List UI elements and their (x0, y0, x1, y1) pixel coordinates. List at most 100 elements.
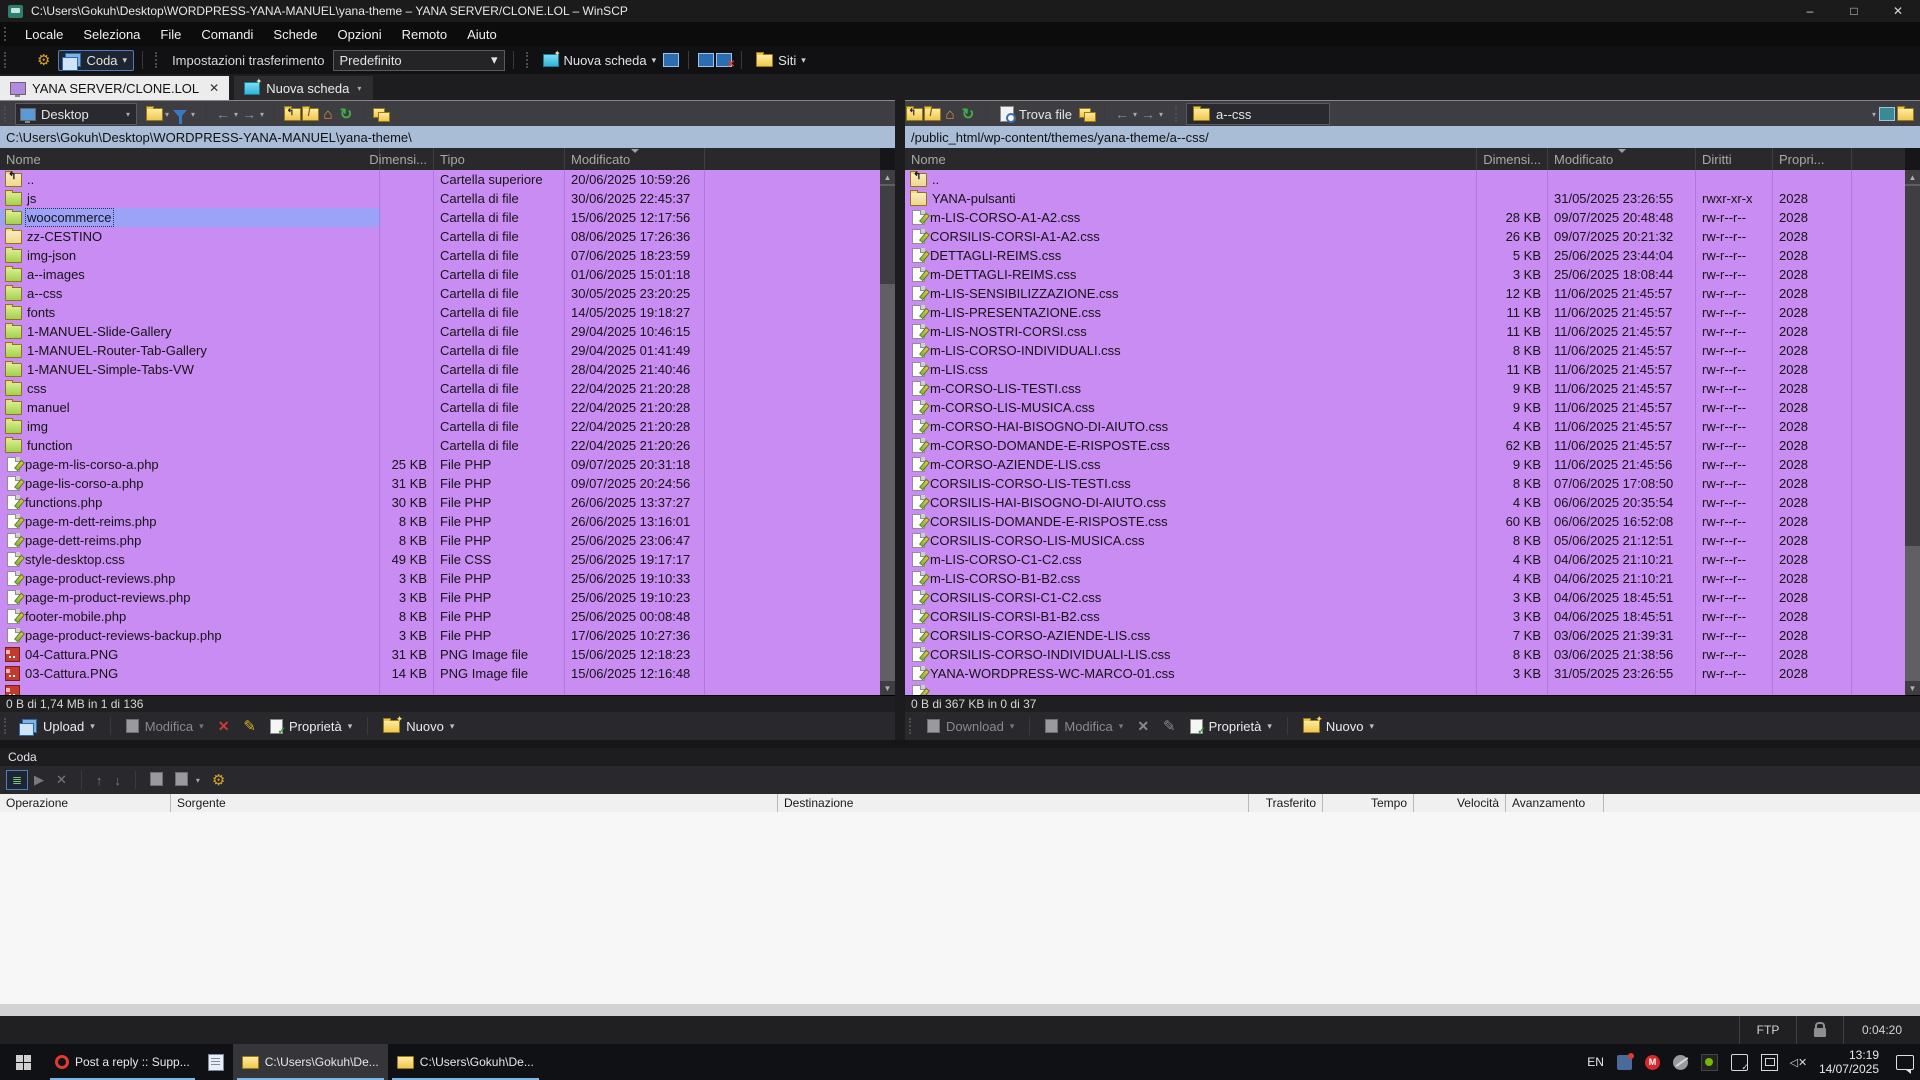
file-row[interactable]: CORSILIS-CORSO-LIS-MUSICA.css 8 KB 05/06… (905, 531, 1905, 550)
delete-button[interactable]: ✕ (211, 715, 237, 738)
toolbar-grip[interactable] (4, 27, 10, 41)
notification-center-icon[interactable] (1896, 1055, 1914, 1070)
edit-button[interactable]: Modifica ▾ (1038, 716, 1130, 737)
column-header-modified[interactable]: Modificato (565, 148, 705, 170)
file-row[interactable]: m-LIS-PRESENTAZIONE.css 11 KB 11/06/2025… (905, 303, 1905, 322)
queue-move-down-icon[interactable]: ↓ (114, 773, 121, 788)
file-row[interactable]: img Cartella di file 22/04/2025 21:20:28 (0, 417, 880, 436)
disconnect-session-icon[interactable] (715, 53, 733, 67)
file-row[interactable]: m-LIS-CORSO-INDIVIDUALI.css 8 KB 11/06/2… (905, 341, 1905, 360)
file-row[interactable]: css Cartella di file 22/04/2025 21:20:28 (0, 379, 880, 398)
chevron-down-icon[interactable]: ▾ (1010, 721, 1015, 732)
file-row[interactable]: CORSILIS-CORSI-A1-A2.css 26 KB 09/07/202… (905, 227, 1905, 246)
file-row[interactable]: a--images Cartella di file 01/06/2025 15… (0, 265, 880, 284)
edit-button[interactable]: Modifica ▾ (119, 716, 211, 737)
chevron-down-icon[interactable]: ▾ (652, 55, 657, 66)
taskbar-explorer-window-2[interactable]: C:\Users\Gokuh\De... (388, 1044, 543, 1080)
file-row[interactable] (0, 683, 880, 695)
menu-comandi[interactable]: Comandi (191, 27, 263, 42)
file-row[interactable]: m-CORSO-LIS-MUSICA.css 9 KB 11/06/2025 2… (905, 398, 1905, 417)
file-row[interactable]: page-dett-reims.php 8 KB File PHP 25/06/… (0, 531, 880, 550)
column-header-name[interactable]: Nome (0, 148, 380, 170)
queue-body[interactable] (0, 812, 1920, 1004)
download-button[interactable]: Download ▾ (920, 716, 1021, 737)
file-row[interactable]: .. Cartella superiore 20/06/2025 10:59:2… (0, 170, 880, 189)
remote-location-box[interactable]: a--css (1186, 103, 1330, 125)
file-row[interactable]: .. (905, 170, 1905, 189)
file-row[interactable]: page-product-reviews.php 3 KB File PHP 2… (0, 569, 880, 588)
remote-path-bar[interactable]: /public_html/wp-content/themes/yana-them… (905, 126, 1920, 148)
home-directory-icon[interactable]: ⌂ (941, 106, 959, 123)
language-indicator[interactable]: EN (1587, 1055, 1604, 1069)
queue-column-header[interactable]: Trasferito (1249, 794, 1323, 812)
close-button[interactable]: ✕ (1876, 0, 1920, 22)
back-icon[interactable]: ← (214, 106, 232, 122)
file-row[interactable]: m-LIS-CORSO-C1-C2.css 4 KB 04/06/2025 21… (905, 550, 1905, 569)
file-row[interactable]: manuel Cartella di file 22/04/2025 21:20… (0, 398, 880, 417)
scrollbar-thumb[interactable] (880, 186, 895, 284)
toolbar-grip[interactable] (4, 52, 10, 69)
file-row[interactable]: footer-mobile.php 8 KB File PHP 25/06/20… (0, 607, 880, 626)
file-row[interactable]: page-m-product-reviews.php 3 KB File PHP… (0, 588, 880, 607)
file-row[interactable]: fonts Cartella di file 14/05/2025 19:18:… (0, 303, 880, 322)
file-row[interactable]: js Cartella di file 30/06/2025 22:45:37 (0, 189, 880, 208)
chevron-down-icon[interactable]: ▾ (260, 110, 264, 119)
file-row[interactable]: m-LIS-CORSO-A1-A2.css 28 KB 09/07/2025 2… (905, 208, 1905, 227)
chevron-down-icon[interactable]: ▾ (1267, 721, 1272, 732)
show-queue-button[interactable]: Coda ▾ (58, 50, 134, 71)
queue-cancel-icon[interactable]: ✕ (56, 772, 67, 788)
file-row[interactable]: style-desktop.css 49 KB File CSS 25/06/2… (0, 550, 880, 569)
scroll-up-icon[interactable]: ▲ (1905, 170, 1920, 184)
taskbar-explorer-window-1[interactable]: C:\Users\Gokuh\De... (233, 1044, 388, 1080)
file-row[interactable]: m-CORSO-LIS-TESTI.css 9 KB 11/06/2025 21… (905, 379, 1905, 398)
new-button[interactable]: Nuovo ▾ (376, 716, 461, 737)
queue-column-header[interactable]: Operazione (0, 794, 171, 812)
toolbar-grip[interactable] (909, 718, 915, 735)
file-row[interactable]: page-product-reviews-backup.php 3 KB Fil… (0, 626, 880, 645)
file-row[interactable]: CORSILIS-CORSI-C1-C2.css 3 KB 04/06/2025… (905, 588, 1905, 607)
refresh-icon[interactable]: ↻ (337, 105, 355, 123)
chevron-down-icon[interactable]: ▾ (450, 721, 455, 732)
file-row[interactable]: 1-MANUEL-Slide-Gallery Cartella di file … (0, 322, 880, 341)
copy-session-icon[interactable] (372, 108, 390, 120)
rename-button[interactable]: ✎ (1156, 714, 1183, 738)
directory-tree-icon[interactable] (1896, 108, 1914, 121)
queue-preferences-icon[interactable]: ⚙ (212, 771, 225, 789)
local-location-select[interactable]: Desktop ▾ (15, 103, 137, 125)
toolbar-grip[interactable] (526, 52, 532, 69)
menu-file[interactable]: File (150, 27, 191, 42)
taskbar-notepad-button[interactable] (199, 1044, 233, 1080)
local-scrollbar[interactable]: ▲ ▼ (880, 170, 895, 695)
queue-scrollbar[interactable] (0, 1004, 1920, 1016)
preferences-gear-icon[interactable]: ⚙ (37, 51, 50, 69)
duplicate-session-icon[interactable] (662, 53, 680, 67)
column-header-type[interactable]: Tipo (434, 148, 565, 170)
queue-column-header[interactable]: Avanzamento (1506, 794, 1604, 812)
file-row[interactable]: m-CORSO-AZIENDE-LIS.css 9 KB 11/06/2025 … (905, 455, 1905, 474)
file-row[interactable]: 1-MANUEL-Router-Tab-Gallery Cartella di … (0, 341, 880, 360)
queue-column-header[interactable]: Destinazione (778, 794, 1249, 812)
queue-toggle-button[interactable]: ≣ (6, 770, 28, 790)
clock[interactable]: 13:19 14/07/2025 (1819, 1048, 1879, 1076)
column-header-size[interactable]: Dimensi... (1477, 148, 1548, 170)
refresh-icon[interactable]: ↻ (959, 105, 977, 123)
chevron-down-icon[interactable]: ▾ (1369, 721, 1374, 732)
tab-yana-server[interactable]: YANA SERVER/CLONE.LOL ✕ (0, 76, 229, 100)
toolbar-grip[interactable] (155, 52, 161, 69)
mega-icon[interactable]: M (1645, 1055, 1660, 1070)
file-row[interactable]: m-LIS-NOSTRI-CORSI.css 11 KB 11/06/2025 … (905, 322, 1905, 341)
start-button[interactable] (0, 1044, 46, 1080)
file-row[interactable]: CORSILIS-CORSO-INDIVIDUALI-LIS.css 8 KB … (905, 645, 1905, 664)
file-row[interactable]: CORSILIS-CORSI-B1-B2.css 3 KB 04/06/2025… (905, 607, 1905, 626)
usb-eject-icon[interactable] (1731, 1054, 1748, 1071)
menu-seleziona[interactable]: Seleziona (73, 27, 150, 42)
queue-move-up-icon[interactable]: ↑ (96, 773, 103, 788)
scroll-up-icon[interactable]: ▲ (880, 170, 895, 184)
tab-new-session[interactable]: Nuova scheda ▾ (234, 76, 373, 100)
file-row[interactable]: m-CORSO-HAI-BISOGNO-DI-AIUTO.css 4 KB 11… (905, 417, 1905, 436)
back-icon[interactable]: ← (1113, 106, 1131, 122)
file-row[interactable]: 03-Cattura.PNG 14 KB PNG Image file 15/0… (0, 664, 880, 683)
chevron-down-icon[interactable]: ▾ (90, 721, 95, 732)
forward-icon[interactable]: → (1139, 106, 1157, 122)
home-directory-icon[interactable]: ⌂ (319, 106, 337, 123)
